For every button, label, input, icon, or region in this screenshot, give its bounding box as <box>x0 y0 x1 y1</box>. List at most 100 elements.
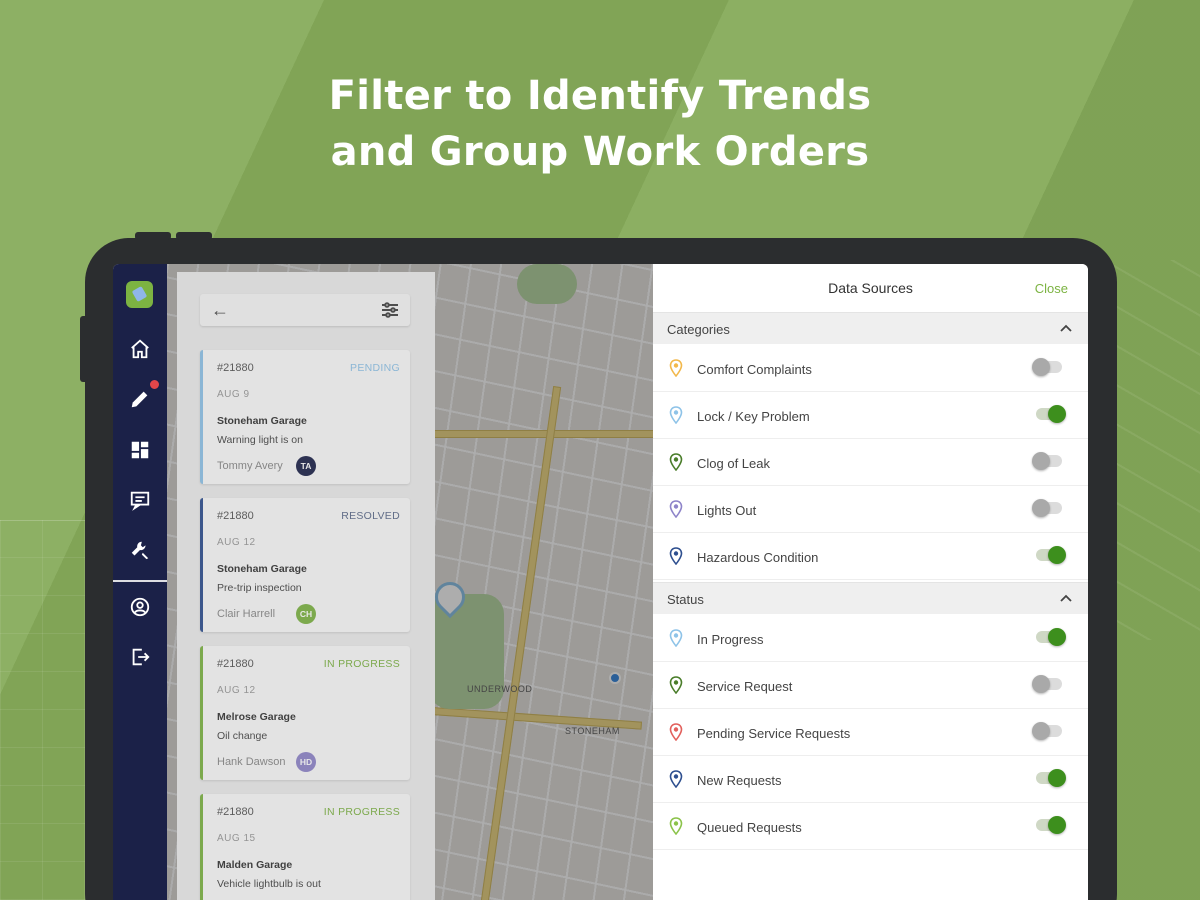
data-source-label: Lights Out <box>697 503 757 518</box>
map-pin-icon <box>669 359 683 378</box>
toggle-knob <box>1048 546 1066 564</box>
work-order-location: Stoneham Garage <box>217 415 307 427</box>
wrench-icon[interactable] <box>127 539 153 565</box>
toggle-switch[interactable] <box>1036 769 1066 787</box>
headline: Filter to Identify Trends and Group Work… <box>0 68 1200 180</box>
work-order-number: #21880 <box>217 510 254 522</box>
app-logo[interactable] <box>126 281 153 308</box>
close-button[interactable]: Close <box>1035 281 1068 296</box>
home-icon[interactable] <box>127 338 153 364</box>
toggle-knob <box>1032 452 1050 470</box>
toggle-switch[interactable] <box>1036 546 1066 564</box>
map-pin-icon <box>669 547 683 566</box>
tablet-top-button-2 <box>176 232 212 240</box>
work-order-number: #21880 <box>217 806 254 818</box>
data-source-label: Queued Requests <box>697 820 802 835</box>
toggle-switch[interactable] <box>1036 628 1066 646</box>
work-order-location: Malden Garage <box>217 859 293 871</box>
work-order-card[interactable]: #21880 RESOLVED AUG 12 Stoneham Garage Pre-t… <box>200 498 410 632</box>
toggle-knob <box>1032 675 1050 693</box>
toggle-switch[interactable] <box>1032 358 1062 376</box>
work-order-assignee: Tommy Avery <box>217 460 283 472</box>
section-header-status[interactable]: Status <box>653 582 1088 614</box>
headline-line-2: and Group Work Orders <box>330 129 870 175</box>
data-source-label: New Requests <box>697 773 782 788</box>
tablet-side-button <box>80 316 88 382</box>
work-order-status: IN PROGRESS <box>323 806 400 818</box>
work-order-date: AUG 9 <box>217 389 250 400</box>
logout-icon[interactable] <box>127 646 153 672</box>
map-pin-icon <box>669 500 683 519</box>
work-order-status: PENDING <box>350 362 400 374</box>
section-header-categories[interactable]: Categories <box>653 312 1088 344</box>
data-sources-title: Data Sources <box>828 280 913 296</box>
section-title: Status <box>667 592 704 607</box>
data-sources-panel: Data Sources Close Categories Comfort Com… <box>653 264 1088 900</box>
messages-icon[interactable] <box>127 489 153 515</box>
work-order-description: Vehicle lightbulb is out <box>217 878 321 890</box>
work-order-description: Oil change <box>217 730 268 742</box>
data-source-row[interactable]: Comfort Complaints <box>653 346 1088 392</box>
work-order-number: #21880 <box>217 658 254 670</box>
toggle-knob <box>1032 499 1050 517</box>
work-orders-toolbar: ← <box>200 294 410 326</box>
work-order-card[interactable]: #21880 PENDING AUG 9 Stoneham Garage Warning… <box>200 350 410 484</box>
toggle-switch[interactable] <box>1036 816 1066 834</box>
map-pin-icon <box>669 676 683 695</box>
sidebar-divider <box>113 580 167 582</box>
toggle-knob <box>1048 405 1066 423</box>
data-source-row[interactable]: Pending Service Requests <box>653 710 1088 756</box>
map-pin-icon <box>669 629 683 648</box>
map-pin-icon <box>669 770 683 789</box>
data-source-row[interactable]: Hazardous Condition <box>653 534 1088 580</box>
map-pin-icon <box>669 723 683 742</box>
work-order-description: Warning light is on <box>217 434 303 446</box>
data-source-label: Pending Service Requests <box>697 726 851 741</box>
work-order-number: #21880 <box>217 362 254 374</box>
data-source-label: Comfort Complaints <box>697 362 812 377</box>
avatar: TA <box>296 456 316 476</box>
profile-icon[interactable] <box>127 596 153 622</box>
avatar: HD <box>296 752 316 772</box>
work-order-card[interactable]: #21880 IN PROGRESS AUG 12 Melrose Garage Oil… <box>200 646 410 780</box>
data-source-row[interactable]: Service Request <box>653 663 1088 709</box>
toggle-switch[interactable] <box>1036 405 1066 423</box>
work-order-location: Stoneham Garage <box>217 563 307 575</box>
dashboard-icon[interactable] <box>127 439 153 465</box>
back-arrow-icon[interactable]: ← <box>208 298 232 322</box>
filter-sliders-icon[interactable] <box>378 298 402 322</box>
toggle-switch[interactable] <box>1032 499 1062 517</box>
data-source-label: Lock / Key Problem <box>697 409 810 424</box>
map-pin-icon <box>669 453 683 472</box>
notification-badge <box>149 379 160 390</box>
data-source-row[interactable]: Clog of Leak <box>653 440 1088 486</box>
toggle-switch[interactable] <box>1032 675 1062 693</box>
toggle-switch[interactable] <box>1032 722 1062 740</box>
pencil-icon[interactable] <box>127 388 153 414</box>
data-source-label: In Progress <box>697 632 764 647</box>
work-order-card[interactable]: #21880 IN PROGRESS AUG 15 Malden Garage Vehi… <box>200 794 410 900</box>
work-order-assignee: Clair Harrell <box>217 608 276 620</box>
toggle-knob <box>1048 816 1066 834</box>
work-order-date: AUG 12 <box>217 685 256 696</box>
work-order-date: AUG 15 <box>217 833 256 844</box>
data-source-row[interactable]: Lights Out <box>653 487 1088 533</box>
sidebar <box>113 264 167 900</box>
work-order-description: Pre-trip inspection <box>217 582 302 594</box>
toggle-switch[interactable] <box>1032 452 1062 470</box>
tablet-top-button-1 <box>135 232 171 240</box>
headline-line-1: Filter to Identify Trends <box>328 73 872 119</box>
chevron-up-icon[interactable] <box>1058 321 1074 337</box>
chevron-up-icon[interactable] <box>1058 591 1074 607</box>
section-title: Categories <box>667 322 730 337</box>
work-orders-panel: ← #21880 PENDING AUG 9 Stoneham Garage Warni… <box>177 272 435 900</box>
avatar: CH <box>296 604 316 624</box>
data-source-row[interactable]: Queued Requests <box>653 804 1088 850</box>
map-pin-icon <box>669 817 683 836</box>
map-pin-icon <box>669 406 683 425</box>
work-order-assignee: Hank Dawson <box>217 756 286 768</box>
data-source-row[interactable]: Lock / Key Problem <box>653 393 1088 439</box>
work-order-date: AUG 12 <box>217 537 256 548</box>
data-source-row[interactable]: In Progress <box>653 616 1088 662</box>
data-source-row[interactable]: New Requests <box>653 757 1088 803</box>
